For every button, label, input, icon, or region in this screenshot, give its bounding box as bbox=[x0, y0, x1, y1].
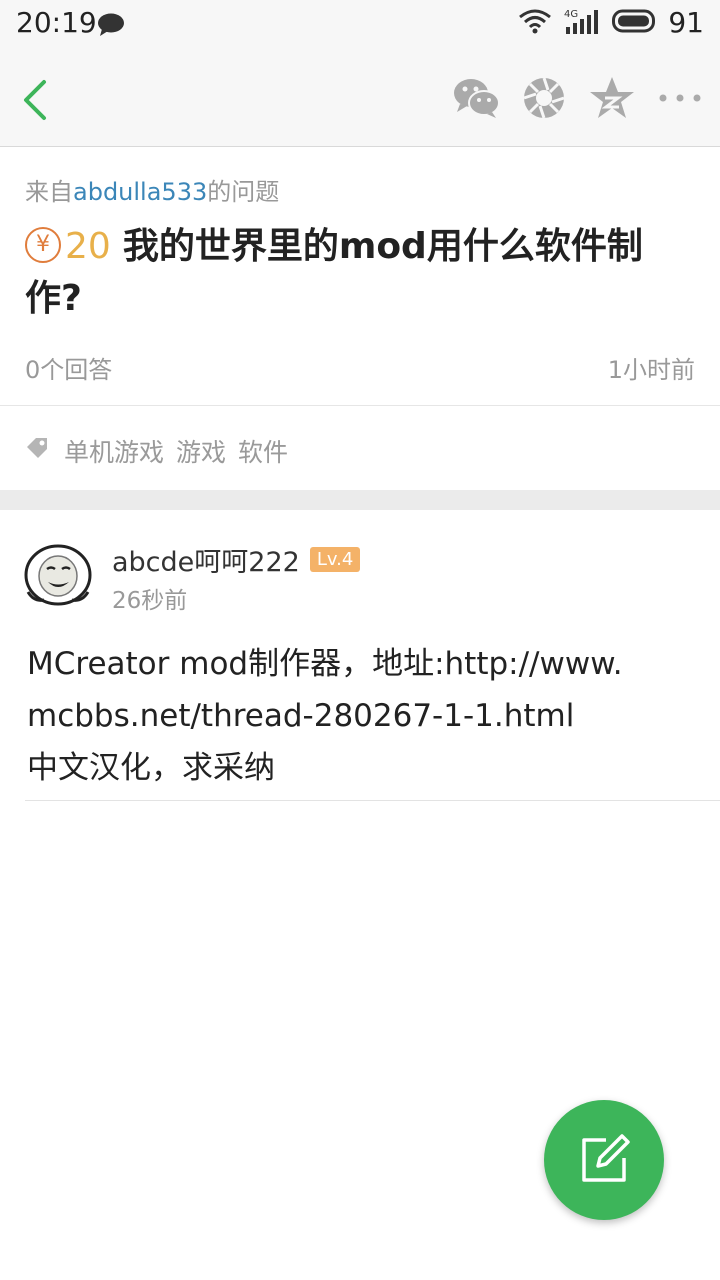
from-prefix: 来自 bbox=[25, 178, 73, 206]
more-options-button[interactable] bbox=[654, 72, 706, 124]
from-suffix: 的问题 bbox=[207, 178, 280, 206]
battery-icon bbox=[612, 9, 658, 37]
answer-line: MCreator mod制作器，地址:http://www. bbox=[27, 646, 623, 682]
battery-percent: 91 bbox=[668, 6, 704, 39]
app-header bbox=[0, 50, 720, 147]
question-time: 1小时前 bbox=[607, 356, 695, 384]
question-source: 来自abdulla533的问题 bbox=[25, 172, 279, 207]
answer-line: mcbbs.net/thread-280267-1-1.html bbox=[27, 698, 575, 734]
moments-icon bbox=[523, 77, 565, 119]
qzone-icon bbox=[590, 77, 634, 118]
more-icon bbox=[659, 94, 701, 102]
wifi-icon bbox=[518, 8, 552, 38]
share-moments-button[interactable] bbox=[518, 72, 570, 124]
answers-count: 0个回答 bbox=[25, 356, 113, 384]
divider bbox=[25, 800, 720, 801]
asker-username-link[interactable]: abdulla533 bbox=[73, 178, 207, 206]
edit-icon bbox=[582, 1134, 630, 1182]
share-wechat-button[interactable] bbox=[450, 72, 502, 124]
status-time: 20:19 bbox=[16, 6, 97, 39]
tag-item[interactable]: 游戏 bbox=[176, 433, 226, 469]
tags-row: 单机游戏 游戏 软件 bbox=[0, 406, 720, 490]
tag-item[interactable]: 软件 bbox=[238, 433, 288, 469]
wechat-icon bbox=[454, 79, 500, 118]
avatar[interactable] bbox=[24, 542, 92, 606]
answer-body: MCreator mod制作器，地址:http://www. mcbbs.net… bbox=[27, 638, 697, 794]
tag-icon bbox=[25, 436, 49, 460]
write-answer-button[interactable] bbox=[544, 1100, 664, 1220]
question-title: ¥20 我的世界里的mod用什么软件制作? bbox=[25, 221, 675, 325]
chat-bubble-icon bbox=[97, 13, 125, 37]
share-qzone-button[interactable] bbox=[586, 72, 638, 124]
section-separator bbox=[0, 490, 720, 510]
question-title-text: 我的世界里的mod用什么软件制作? bbox=[25, 226, 643, 319]
back-chevron-icon bbox=[24, 80, 46, 120]
answer-time: 26秒前 bbox=[112, 588, 188, 614]
back-button[interactable] bbox=[14, 74, 64, 124]
level-badge: Lv.4 bbox=[309, 547, 361, 572]
network-type-label: 4G bbox=[564, 9, 578, 20]
tag-item[interactable]: 单机游戏 bbox=[64, 433, 164, 469]
bounty-amount: 20 bbox=[65, 226, 111, 267]
status-bar: 20:19 4G 91 bbox=[0, 0, 720, 50]
answerer-name[interactable]: abcde呵呵222 bbox=[112, 540, 300, 579]
bounty-yen-icon: ¥ bbox=[25, 227, 61, 263]
answer-line: 中文汉化，求采纳 bbox=[27, 750, 275, 786]
signal-icon: 4G bbox=[562, 7, 602, 39]
